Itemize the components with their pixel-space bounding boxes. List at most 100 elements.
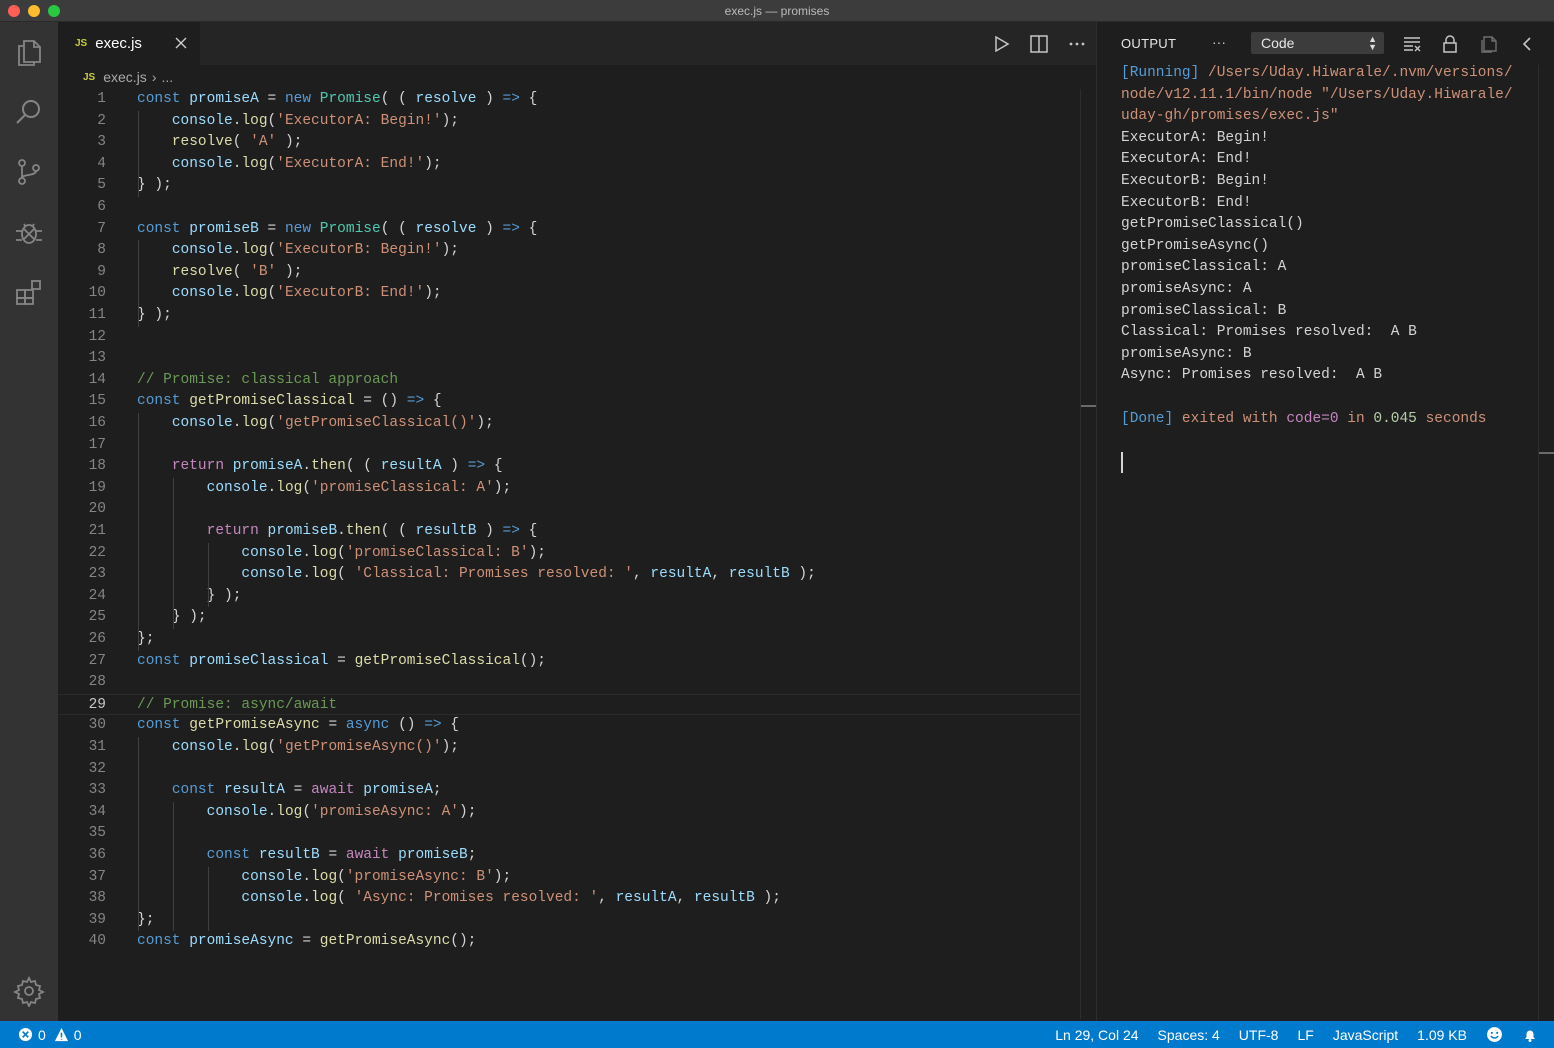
code-line[interactable]: 13: [58, 348, 1080, 370]
indent-guide: [138, 240, 139, 327]
code-line[interactable]: 18 return promiseA.then( ( resultA ) => …: [58, 456, 1080, 478]
code-line[interactable]: 23 console.log( 'Classical: Promises res…: [58, 564, 1080, 586]
js-file-icon: JS: [83, 71, 96, 83]
debug-icon[interactable]: [9, 212, 49, 252]
code-line[interactable]: 26};: [58, 629, 1080, 651]
code-line[interactable]: 3 resolve( 'A' );: [58, 132, 1080, 154]
indent-guide: [138, 737, 139, 932]
output-line: uday-gh/promises/exec.js": [1121, 108, 1339, 125]
code-line[interactable]: 20: [58, 499, 1080, 521]
settings-gear-icon[interactable]: [9, 971, 49, 1011]
code-text: return promiseB.then( ( resultB ) => {: [206, 523, 538, 539]
extensions-icon[interactable]: [9, 272, 49, 312]
code-text: console.log('ExecutorA: Begin!');: [171, 112, 459, 129]
code-text: // Promise: classical approach: [137, 371, 399, 388]
close-icon[interactable]: [172, 34, 190, 52]
panel-title[interactable]: OUTPUT: [1121, 36, 1176, 51]
code-line[interactable]: 32: [58, 759, 1080, 781]
split-editor-icon[interactable]: [1020, 22, 1058, 65]
select-arrows-icon: ▲ ▼: [1368, 34, 1377, 52]
line-number: 30: [88, 717, 106, 734]
output-line: promiseClassical: A: [1121, 259, 1287, 276]
scroll-marker: [1081, 405, 1097, 407]
code-line[interactable]: 7 const promiseB = new Promise( ( resolve…: [58, 219, 1080, 241]
code-line[interactable]: 12: [58, 327, 1080, 349]
editor-scrollbar[interactable]: [1080, 89, 1097, 1019]
line-number: 29: [88, 696, 106, 713]
feedback-smiley-icon[interactable]: [1486, 1026, 1503, 1043]
line-number: 14: [88, 371, 106, 388]
collapse-panel-icon[interactable]: [1515, 32, 1539, 56]
code-line[interactable]: 25 } );: [58, 607, 1080, 629]
code-line[interactable]: 36 const resultB = await promiseB;: [58, 845, 1080, 867]
code-line[interactable]: 40 const promiseAsync = getPromiseAsync()…: [58, 931, 1080, 953]
code-line[interactable]: 16 console.log('getPromiseClassical()');: [58, 413, 1080, 435]
code-line[interactable]: 10 console.log('ExecutorB: End!');: [58, 283, 1080, 305]
editor-actions: [982, 22, 1096, 65]
code-line[interactable]: 5} );: [58, 175, 1080, 197]
code-line[interactable]: 6: [58, 197, 1080, 219]
code-line[interactable]: 14 // Promise: classical approach: [58, 370, 1080, 392]
tab-exec-js[interactable]: JS exec.js: [58, 22, 200, 65]
warning-count: 0: [73, 1026, 82, 1043]
code-line[interactable]: 2 console.log('ExecutorA: Begin!');: [58, 111, 1080, 133]
breadcrumb-file[interactable]: exec.js: [103, 69, 147, 85]
code-line[interactable]: 11 } );: [58, 305, 1080, 327]
code-line[interactable]: 29 // Promise: async/await: [58, 693, 1080, 716]
files-icon[interactable]: [9, 32, 49, 72]
encoding[interactable]: UTF-8: [1239, 1027, 1279, 1043]
clear-output-icon[interactable]: [1400, 32, 1424, 56]
source-control-icon[interactable]: [9, 152, 49, 192]
editor-group: JS exec.js JS exec.js › ... 1 const promi…: [58, 22, 1097, 1021]
code-line[interactable]: 8 console.log('ExecutorB: Begin!');: [58, 240, 1080, 262]
code-line[interactable]: 27 const promiseClassical = getPromiseCla…: [58, 651, 1080, 673]
more-icon[interactable]: ···: [1207, 30, 1231, 54]
lock-scroll-icon[interactable]: [1438, 32, 1462, 56]
end-of-line[interactable]: LF: [1297, 1027, 1313, 1043]
code-line[interactable]: 21 return promiseB.then( ( resultB ) => …: [58, 521, 1080, 543]
code-line[interactable]: 38 console.log( 'Async: Promises resolve…: [58, 888, 1080, 910]
open-log-icon[interactable]: [1477, 32, 1501, 56]
code-editor[interactable]: 1 const promiseA = new Promise( ( resolve…: [58, 89, 1080, 1019]
breadcrumb-symbol[interactable]: ...: [161, 69, 173, 85]
code-line[interactable]: 1 const promiseA = new Promise( ( resolve…: [58, 89, 1080, 111]
code-line[interactable]: 33 const resultA = await promiseA;: [58, 780, 1080, 802]
code-line[interactable]: 37 console.log('promiseAsync: B');: [58, 867, 1080, 889]
code-line[interactable]: 30 const getPromiseAsync = async () => {: [58, 715, 1080, 737]
search-icon[interactable]: [9, 92, 49, 132]
code-line[interactable]: 28: [58, 672, 1080, 694]
code-line[interactable]: 22 console.log('promiseClassical: B');: [58, 543, 1080, 565]
code-text: console.log('getPromiseAsync()');: [171, 739, 459, 755]
title-bar: exec.js — promises: [0, 0, 1554, 22]
indentation[interactable]: Spaces: 4: [1158, 1027, 1220, 1043]
code-line[interactable]: 19 console.log('promiseClassical: A');: [58, 478, 1080, 500]
output-channel-select[interactable]: Code ▲ ▼: [1251, 32, 1384, 54]
code-line[interactable]: 4 console.log('ExecutorA: End!');: [58, 154, 1080, 176]
line-number: 38: [88, 890, 106, 907]
line-number: 37: [88, 868, 106, 885]
output-line: [Done] exited with code=0 in 0.045 secon…: [1121, 410, 1487, 427]
code-text: } );: [137, 307, 172, 323]
notifications-bell-icon[interactable]: [1522, 1027, 1538, 1043]
code-line[interactable]: 31 console.log('getPromiseAsync()');: [58, 737, 1080, 759]
run-icon[interactable]: [982, 22, 1020, 65]
language-mode[interactable]: JavaScript: [1333, 1027, 1398, 1043]
code-line[interactable]: 17: [58, 435, 1080, 457]
code-line[interactable]: 39};: [58, 910, 1080, 932]
code-line[interactable]: 9 resolve( 'B' );: [58, 262, 1080, 284]
code-line[interactable]: 34 console.log('promiseAsync: A');: [58, 802, 1080, 824]
panel-scrollbar[interactable]: [1538, 65, 1554, 1021]
line-number: 11: [88, 307, 106, 323]
line-number: 5: [97, 177, 106, 194]
more-actions-icon[interactable]: [1058, 22, 1096, 65]
code-text: const resultB = await promiseB;: [206, 847, 477, 863]
code-line[interactable]: 24 } );: [58, 586, 1080, 608]
line-number: 26: [88, 631, 106, 647]
code-text: const promiseA = new Promise( ( resolve …: [137, 91, 538, 107]
output-content[interactable]: [Running] /Users/Uday.Hiwarale/.nvm/vers…: [1121, 63, 1531, 430]
line-number: 21: [88, 523, 106, 539]
cursor-position[interactable]: Ln 29, Col 24: [1055, 1027, 1138, 1043]
code-line[interactable]: 15 const getPromiseClassical = () => {: [58, 391, 1080, 413]
code-line[interactable]: 35: [58, 823, 1080, 845]
problems-status[interactable]: 0 0: [18, 1021, 82, 1048]
